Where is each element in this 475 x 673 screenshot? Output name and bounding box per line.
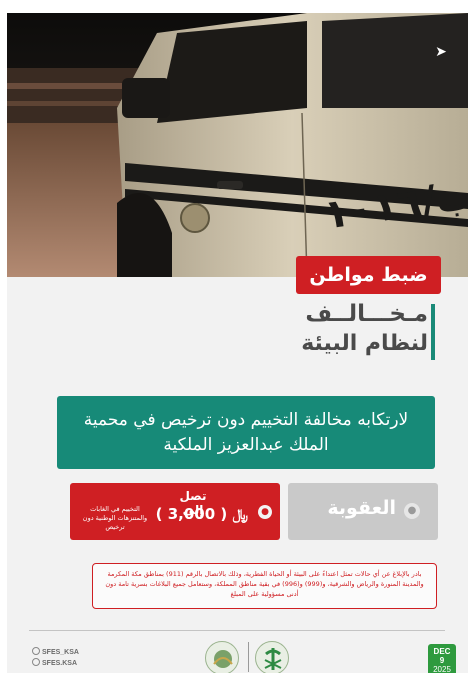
sfes-logo [205,641,239,673]
penalty-amount: ﷼ ( 3,000 ) [156,505,252,523]
riyal-icon: ﷼ [232,507,249,523]
social-item-instagram[interactable]: SFES.KSA [32,658,79,669]
share-icon[interactable]: ➤ [431,41,451,63]
penalty-label-box: ● العقوبة [288,483,438,540]
tent-icon: ● [258,505,272,519]
logo-separator [248,642,249,672]
headline-accent-bar [431,304,435,360]
report-notice: بادر بالإبلاغ عن أي حالات تمثل اعتداءً ع… [92,563,437,609]
penalty-label: العقوبة [327,497,396,519]
penalty-description: التخييم في الغابات والمتنزهات الوطنية دو… [82,505,148,531]
penalty-amount-value: ( 3,000 ) [155,505,228,523]
patrol-vehicle-photo: ب/١٠١٦ ➤ [7,13,468,277]
ministry-emblem-logo [255,641,289,673]
penalty-amount-box: تصل إلى ● ﷼ ( 3,000 ) التخييم في الغابات… [70,483,280,540]
date-badge: DEC 9 2025 [428,644,456,673]
date-month: DEC [433,647,451,656]
camera-icon [32,658,40,666]
date-day: 9 [439,656,445,665]
x-icon [32,647,40,655]
date-year: 2025 [433,665,451,673]
social-item-x[interactable]: SFES_KSA [32,647,79,658]
social-handles: SFES_KSA SFES.KSA [32,647,79,669]
vehicle-illustration: ب/١٠١٦ [7,13,468,277]
footer-divider [29,630,445,631]
gavel-icon: ● [404,503,420,519]
headline-environment-law: لنظام البيئة [301,331,428,356]
citizen-caught-badge: ضبط مواطن [296,256,441,294]
poster: ب/١٠١٦ ➤ ضبط مواطن مـخـــالــف لنظام الب… [7,13,468,673]
violation-statement: لارتكابه مخالفة التخييم دون ترخيص في محم… [57,396,435,469]
headline-violator: مـخـــالــف [305,301,428,327]
